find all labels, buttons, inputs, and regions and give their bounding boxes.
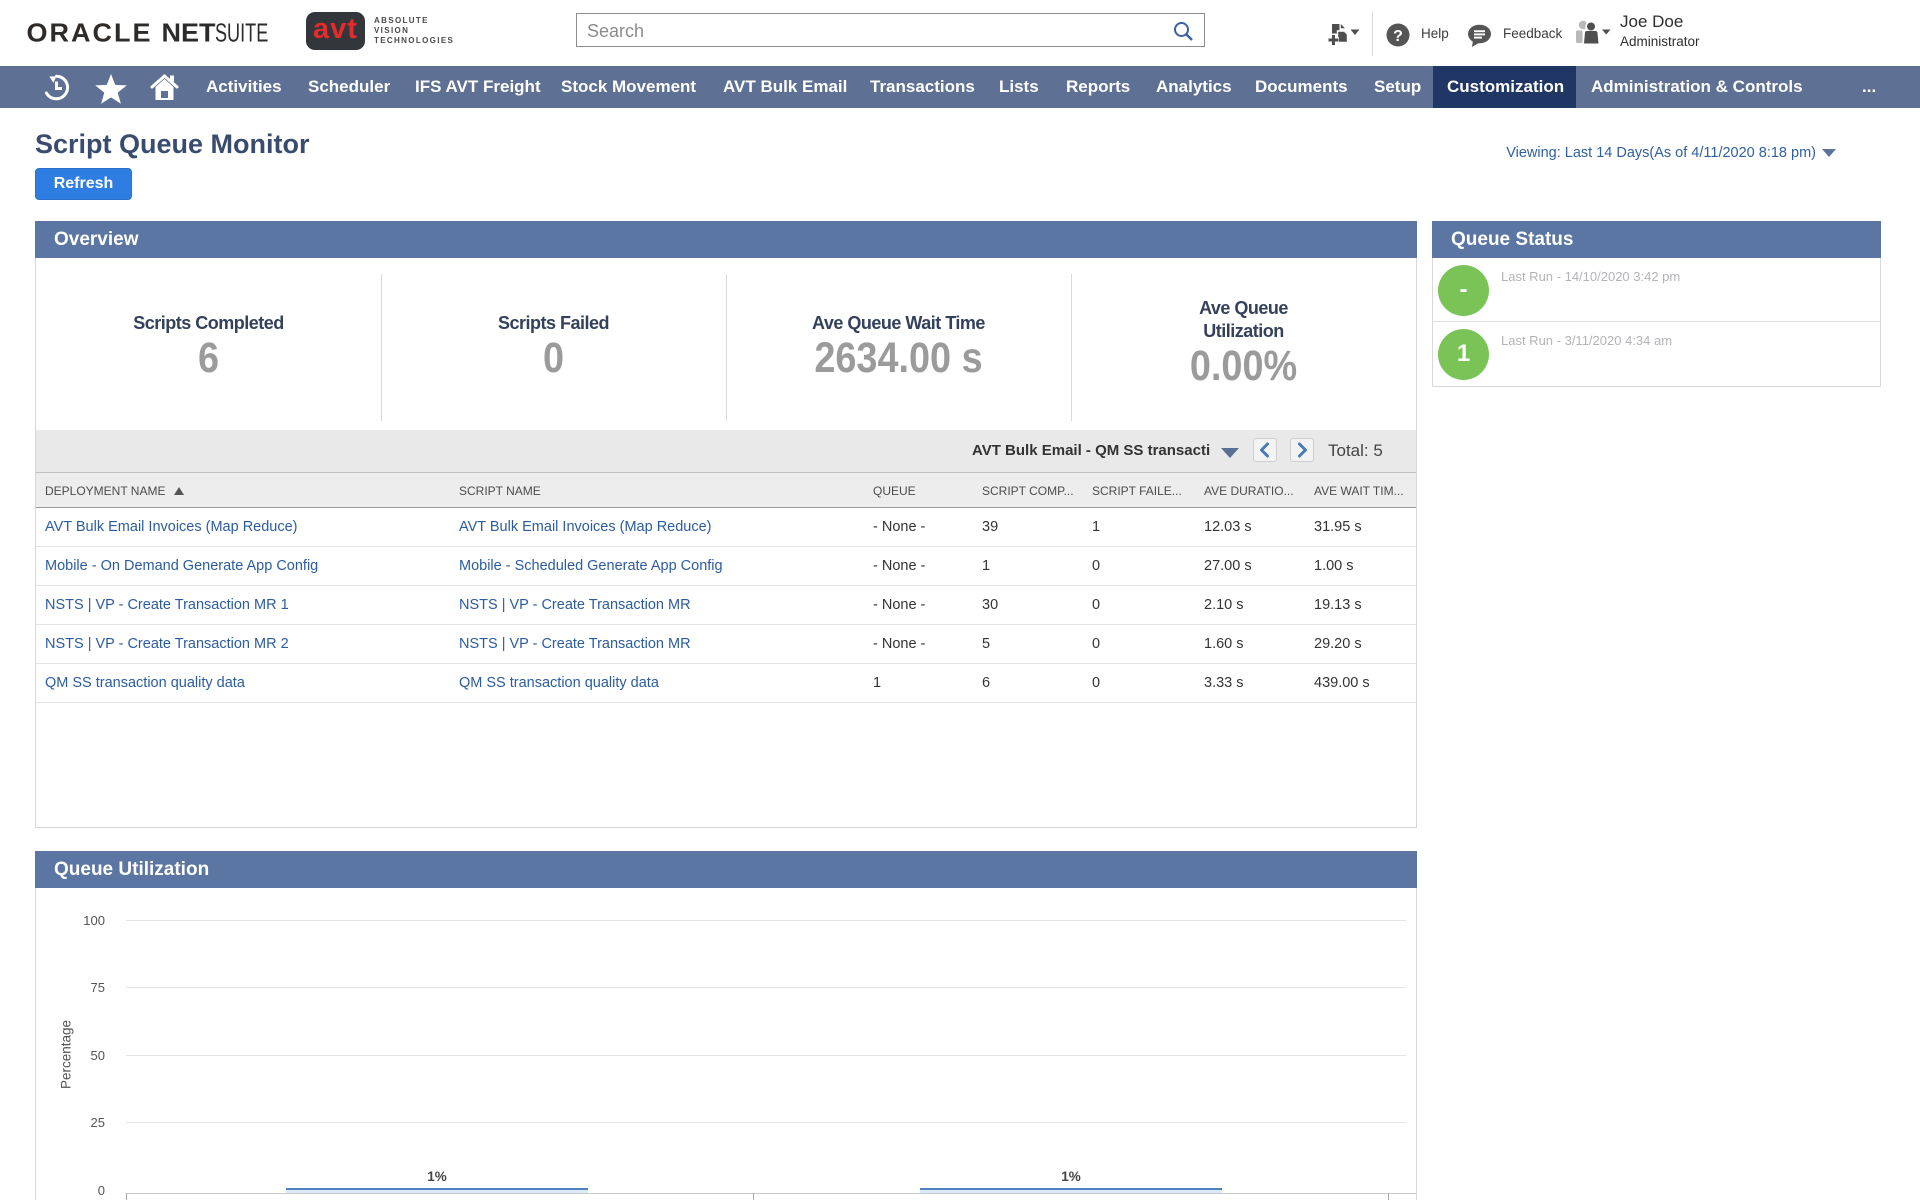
- svg-text:NET: NET: [162, 18, 216, 47]
- svg-text:SUITE: SUITE: [215, 18, 268, 47]
- svg-text:?: ?: [1393, 28, 1403, 45]
- svg-text:ORACLE: ORACLE: [27, 18, 153, 47]
